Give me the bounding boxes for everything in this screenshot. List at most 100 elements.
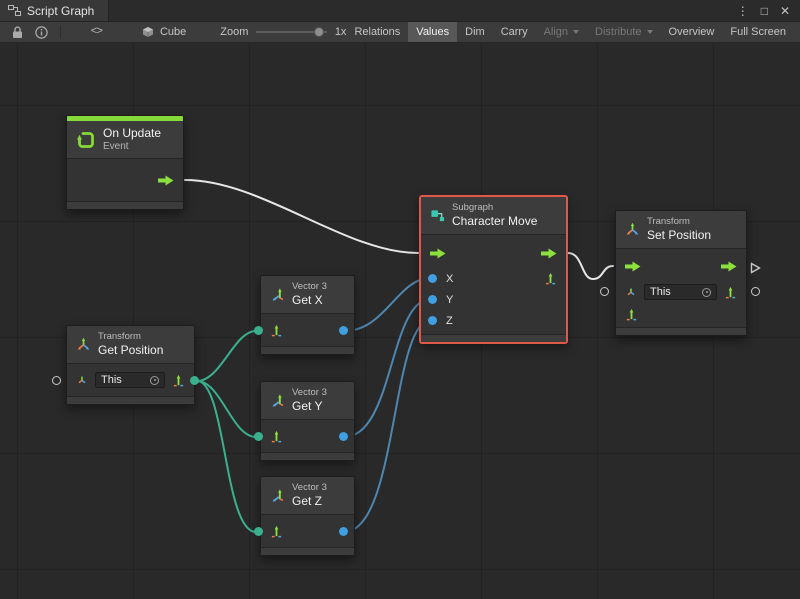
node-body: This xyxy=(67,363,194,397)
port-getx-input[interactable] xyxy=(254,326,263,335)
dim-button[interactable]: Dim xyxy=(457,22,493,42)
node-title: Get Z xyxy=(292,494,327,509)
port-setposition-target-input[interactable] xyxy=(600,287,609,296)
zoom-slider-handle[interactable] xyxy=(314,27,324,37)
port-charactermove-y-input[interactable] xyxy=(428,295,437,304)
node-title: Get X xyxy=(292,293,327,308)
kebab-menu-icon[interactable]: ⋮ xyxy=(737,4,749,18)
target-object-label[interactable]: Cube xyxy=(160,26,186,38)
node-header: Vector 3 Get X xyxy=(261,276,354,313)
node-get-z[interactable]: Vector 3 Get Z xyxy=(260,476,355,556)
flow-input-arrow[interactable] xyxy=(625,261,641,272)
port-getposition-target-input[interactable] xyxy=(52,376,61,385)
port-label-z: Z xyxy=(446,315,453,327)
node-type: Vector 3 xyxy=(292,482,327,494)
carry-button[interactable]: Carry xyxy=(493,22,536,42)
object-picker-icon[interactable] xyxy=(150,376,159,385)
window-actions: ⋮ □ ✕ xyxy=(737,0,800,21)
dim-button-label: Dim xyxy=(465,26,485,38)
node-title: Get Y xyxy=(292,399,327,414)
zoom-label: Zoom xyxy=(220,26,248,38)
flow-output-arrow[interactable] xyxy=(721,261,737,272)
node-on-update[interactable]: On Update Event xyxy=(66,115,184,210)
this-object-field[interactable]: This xyxy=(95,372,165,388)
distribute-dropdown-label: Distribute xyxy=(595,26,641,38)
port-label-y: Y xyxy=(446,294,453,306)
port-row-y: Y xyxy=(421,289,566,310)
flow-output-arrow[interactable] xyxy=(158,175,174,186)
maximize-icon[interactable]: □ xyxy=(761,4,768,18)
node-header: Vector 3 Get Y xyxy=(261,382,354,419)
vector3-input-icon[interactable] xyxy=(270,430,283,443)
field-value: This xyxy=(101,374,146,386)
values-button[interactable]: Values xyxy=(408,22,457,42)
flow-output-arrow[interactable] xyxy=(541,248,557,259)
chevron-down-icon xyxy=(573,30,579,34)
cube-icon xyxy=(136,22,160,42)
vector3-output-icon[interactable] xyxy=(724,286,737,299)
values-button-label: Values xyxy=(416,26,449,38)
node-body: X Y Z xyxy=(421,234,566,335)
vector3-input-icon[interactable] xyxy=(625,308,638,321)
node-get-x[interactable]: Vector 3 Get X xyxy=(260,275,355,355)
node-type: Transform xyxy=(647,216,711,228)
node-title: Character Move xyxy=(452,214,537,229)
target-row: This xyxy=(67,367,194,393)
vector3-input-icon[interactable] xyxy=(270,324,283,337)
node-set-position[interactable]: Transform Set Position This xyxy=(615,210,747,336)
port-getx-output[interactable] xyxy=(339,326,348,335)
port-row-z: Z xyxy=(421,310,566,331)
port-row-x: X xyxy=(421,268,566,289)
node-footer xyxy=(261,548,354,555)
this-object-field[interactable]: This xyxy=(644,284,717,300)
zoom-slider[interactable] xyxy=(256,31,326,33)
zoom-value: 1x xyxy=(335,26,347,38)
node-get-position[interactable]: Transform Get Position This xyxy=(66,325,195,405)
full-screen-button[interactable]: Full Screen xyxy=(722,22,794,42)
close-icon[interactable]: ✕ xyxy=(780,4,790,18)
vector3-icon xyxy=(270,393,285,408)
node-character-move[interactable]: Subgraph Character Move X Y xyxy=(420,196,567,343)
node-type: Subgraph xyxy=(452,202,537,214)
node-footer xyxy=(421,335,566,342)
value-row xyxy=(616,304,746,324)
port-gety-output[interactable] xyxy=(339,432,348,441)
overview-button[interactable]: Overview xyxy=(661,22,723,42)
vector3-output-icon[interactable] xyxy=(544,272,557,285)
graph-toolbar: <> Cube Zoom 1x Relations Values Dim Car… xyxy=(0,22,800,43)
node-get-y[interactable]: Vector 3 Get Y xyxy=(260,381,355,461)
info-icon[interactable] xyxy=(29,22,54,42)
port-setposition-value-output[interactable] xyxy=(751,287,760,296)
code-view-icon[interactable]: <> xyxy=(85,22,108,42)
node-title: On Update xyxy=(103,126,161,141)
vector3-icon xyxy=(270,287,285,302)
script-graph-icon xyxy=(8,5,21,16)
node-header: On Update Event xyxy=(67,121,183,158)
transform-icon xyxy=(76,337,91,352)
port-getz-input[interactable] xyxy=(254,527,263,536)
tab-script-graph[interactable]: Script Graph xyxy=(0,0,109,21)
flow-row xyxy=(421,238,566,268)
object-picker-icon[interactable] xyxy=(702,288,711,297)
relations-button[interactable]: Relations xyxy=(346,22,408,42)
node-title: Set Position xyxy=(647,228,711,243)
field-value: This xyxy=(650,286,698,298)
node-subtitle: Event xyxy=(103,141,161,154)
port-gety-input[interactable] xyxy=(254,432,263,441)
port-charactermove-x-input[interactable] xyxy=(428,274,437,283)
port-getposition-value-output[interactable] xyxy=(190,376,199,385)
vector3-input-icon[interactable] xyxy=(270,525,283,538)
distribute-dropdown[interactable]: Distribute xyxy=(587,22,660,42)
flow-input-arrow[interactable] xyxy=(430,248,446,259)
vector3-output-icon[interactable] xyxy=(172,374,185,387)
node-type: Vector 3 xyxy=(292,387,327,399)
transform-mini-icon xyxy=(625,286,637,298)
port-getz-output[interactable] xyxy=(339,527,348,536)
tab-title: Script Graph xyxy=(27,4,94,18)
lock-icon[interactable] xyxy=(6,22,29,42)
node-body: This xyxy=(616,248,746,328)
port-setposition-flow-output[interactable] xyxy=(750,261,761,279)
align-dropdown-label: Align xyxy=(544,26,568,38)
align-dropdown[interactable]: Align xyxy=(536,22,587,42)
port-charactermove-z-input[interactable] xyxy=(428,316,437,325)
